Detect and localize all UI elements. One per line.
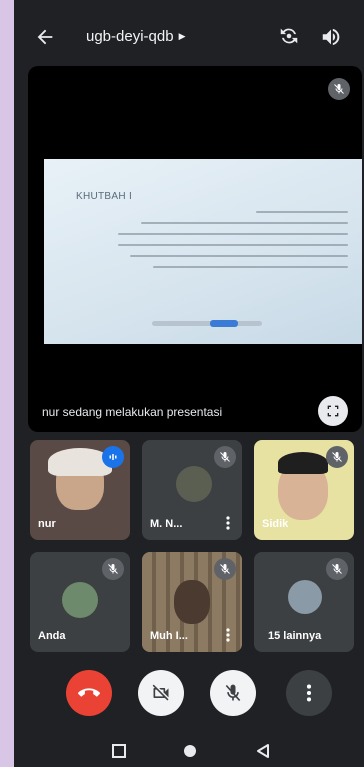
participant-video: [278, 452, 328, 474]
switch-camera-icon[interactable]: [278, 25, 300, 47]
fullscreen-button[interactable]: [318, 396, 348, 426]
more-vertical-icon[interactable]: [226, 516, 230, 530]
mic-toggle-button[interactable]: [210, 670, 256, 716]
participant-tile-muh[interactable]: Muh I...: [142, 552, 242, 652]
participant-video: [174, 580, 210, 624]
participant-tile-others[interactable]: 15 lainnya: [254, 552, 354, 652]
participant-tile-nur[interactable]: nur: [30, 440, 130, 540]
more-vertical-icon[interactable]: [226, 628, 230, 642]
presentation-panel[interactable]: KHUTBAH I nur sedang melakukan presentas…: [28, 66, 362, 432]
participant-name: 15 lainnya: [268, 630, 322, 642]
participant-name: Anda: [38, 630, 66, 642]
participant-avatar: [62, 582, 98, 618]
end-call-button[interactable]: [66, 670, 112, 716]
meeting-code: ugb-deyi-qdb: [86, 28, 174, 45]
call-controls: [14, 670, 364, 720]
mic-off-icon: [326, 558, 348, 580]
square-icon[interactable]: [112, 744, 126, 758]
hangup-icon: [78, 688, 100, 697]
participant-tile-anda[interactable]: Anda: [30, 552, 130, 652]
mic-off-icon: [214, 558, 236, 580]
slide-title: KHUTBAH I: [76, 191, 133, 202]
slide-progress-knob: [210, 320, 238, 327]
triangle-icon[interactable]: [256, 743, 270, 759]
participant-name: Muh I...: [150, 630, 188, 642]
presenting-status: nur sedang melakukan presentasi: [42, 405, 223, 419]
system-nav-bar: [14, 735, 364, 767]
circle-icon[interactable]: [182, 743, 198, 759]
meeting-title[interactable]: ugb-deyi-qdb ▶: [86, 28, 185, 45]
top-bar: ugb-deyi-qdb ▶: [14, 0, 364, 70]
mic-off-icon: [326, 446, 348, 468]
participant-name: nur: [38, 518, 56, 530]
camera-off-icon: [152, 684, 169, 701]
fullscreen-icon: [327, 405, 339, 417]
participant-avatar: [176, 466, 212, 502]
mic-off-icon: [102, 558, 124, 580]
participant-avatar: [288, 580, 322, 614]
speaker-icon[interactable]: [320, 26, 342, 48]
participant-name: M. N...: [150, 518, 183, 530]
more-vertical-icon: [306, 684, 312, 702]
participant-name: Sidik: [262, 518, 289, 530]
participant-tile-m-n[interactable]: M. N...: [142, 440, 242, 540]
more-options-button[interactable]: [286, 670, 332, 716]
camera-toggle-button[interactable]: [138, 670, 184, 716]
back-arrow-icon[interactable]: [34, 26, 56, 48]
slide-arabic-text: [118, 211, 348, 277]
shared-slide: KHUTBAH I: [44, 159, 362, 344]
mic-off-icon: [225, 684, 241, 702]
mic-off-icon: [214, 446, 236, 468]
speaking-indicator-icon: [102, 446, 124, 468]
phone-screen: ugb-deyi-qdb ▶ KHUTBAH I nur sedang mela…: [14, 0, 364, 767]
presenter-mic-off-icon: [328, 78, 350, 100]
participant-tile-sidik[interactable]: Sidik: [254, 440, 354, 540]
slide-progress-bar: [152, 320, 262, 327]
chevron-right-icon: ▶: [178, 31, 186, 41]
